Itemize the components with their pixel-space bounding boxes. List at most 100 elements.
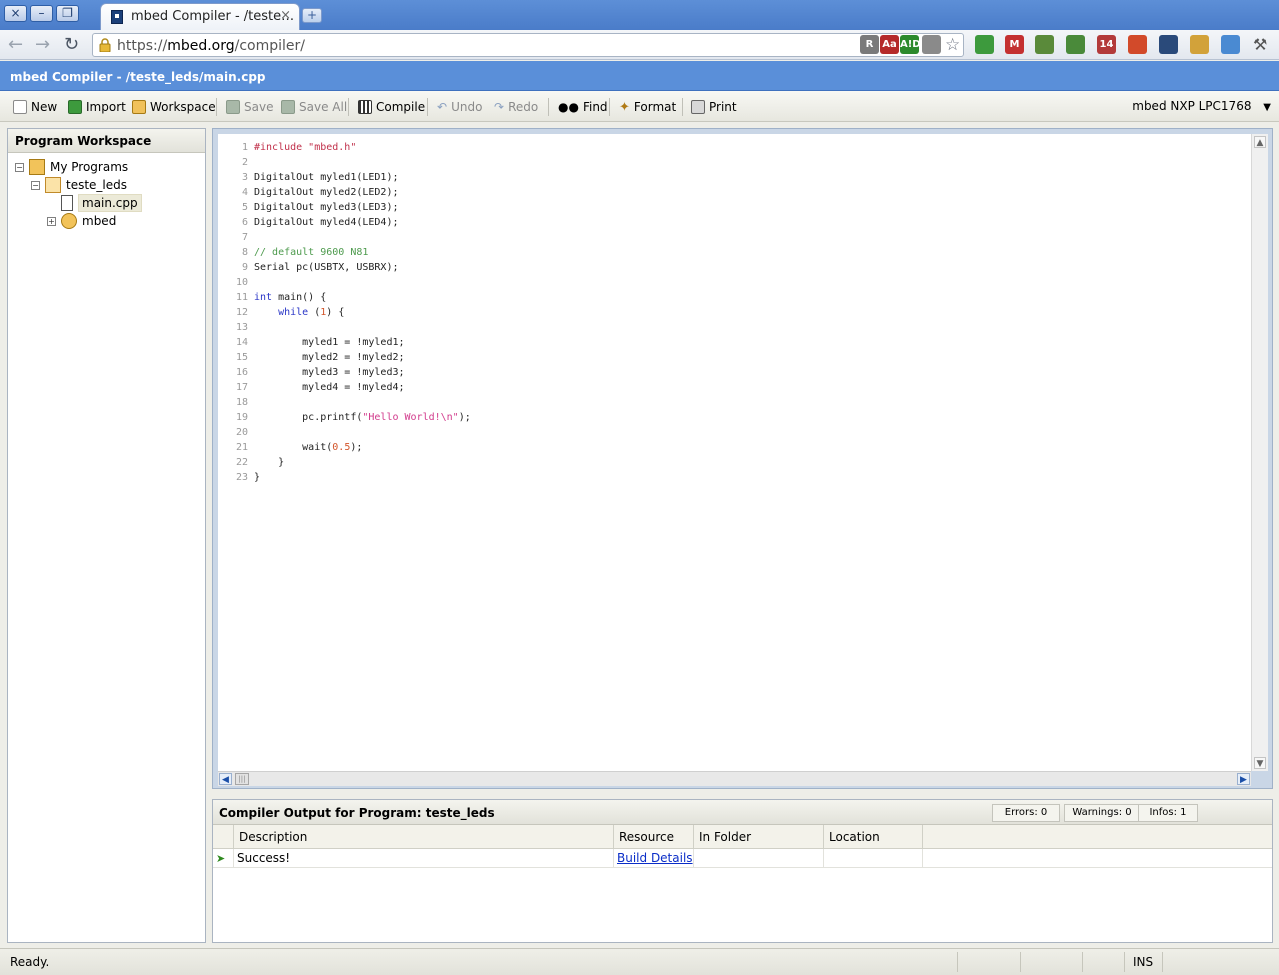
clip-icon[interactable] xyxy=(1035,35,1054,54)
code-content[interactable]: #include "mbed.h" DigitalOut myled1(LED1… xyxy=(254,140,471,485)
code-line[interactable]: int main() { xyxy=(254,290,471,305)
code-line[interactable]: Serial pc(USBTX, USBRX); xyxy=(254,260,471,275)
workspace-button[interactable]: Workspace xyxy=(132,98,216,116)
code-line[interactable]: // default 9600 N81 xyxy=(254,245,471,260)
wrench-menu-icon[interactable]: ⚒ xyxy=(1253,35,1267,54)
scroll-right-icon[interactable]: ▶ xyxy=(1237,773,1250,785)
gmail-icon[interactable]: M xyxy=(1005,35,1024,54)
save-button[interactable]: Save xyxy=(226,98,273,116)
print-button[interactable]: Print xyxy=(691,98,737,116)
column-location[interactable]: Location xyxy=(823,825,923,849)
scroll-down-icon[interactable]: ▼ xyxy=(1254,757,1266,769)
output-row[interactable]: ➤ Success! Build Details xyxy=(213,849,1272,868)
code-line[interactable] xyxy=(254,155,471,170)
notepad-icon[interactable] xyxy=(1190,35,1209,54)
scroll-left-icon[interactable]: ◀ xyxy=(219,773,232,785)
library-gear-icon xyxy=(61,213,77,229)
compile-chip-icon xyxy=(358,100,372,114)
window-minimize-button[interactable]: – xyxy=(30,5,53,22)
line-number: 19 xyxy=(235,412,248,423)
code-line[interactable] xyxy=(254,395,471,410)
code-line[interactable]: } xyxy=(254,455,471,470)
compiler-output-panel: Compiler Output for Program: teste_leds … xyxy=(212,799,1273,943)
code-line[interactable] xyxy=(254,230,471,245)
code-line[interactable]: myled1 = !myled1; xyxy=(254,335,471,350)
column-description[interactable]: Description xyxy=(233,825,613,849)
column-resource[interactable]: Resource xyxy=(613,825,693,849)
code-line[interactable]: DigitalOut myled1(LED1); xyxy=(254,170,471,185)
new-tab-button[interactable]: + xyxy=(302,8,322,23)
readability-icon[interactable]: R xyxy=(860,35,879,54)
code-line[interactable]: wait(0.5); xyxy=(254,440,471,455)
browser-tab-strip: × – ❐ mbed Compiler - /teste… × + xyxy=(0,0,1279,30)
undo-button[interactable]: ↶ Undo xyxy=(437,98,482,116)
code-editor[interactable]: 1 2 3 4 5 6 7 8 9 10 11 12 13 14 15 16 17 18 19 20 21 22 23 #i… xyxy=(218,134,1251,771)
expand-toggle-icon[interactable]: + xyxy=(47,216,56,226)
compile-button[interactable]: Compile xyxy=(358,98,425,116)
reload-icon[interactable]: ↻ xyxy=(64,34,79,55)
build-details-link[interactable]: Build Details xyxy=(613,849,693,868)
collapse-toggle-icon[interactable]: − xyxy=(31,180,40,190)
line-number: 5 xyxy=(241,202,248,213)
feed-icon[interactable]: 14 xyxy=(1097,35,1116,54)
collapse-toggle-icon[interactable]: − xyxy=(15,162,24,172)
tree-item-mbed[interactable]: + mbed xyxy=(47,212,116,230)
tree-item-teste-leds[interactable]: − teste_leds xyxy=(31,176,127,194)
column-in-folder[interactable]: In Folder xyxy=(693,825,823,849)
code-line[interactable]: while (1) { xyxy=(254,305,471,320)
code-line[interactable]: pc.printf("Hello World!\n"); xyxy=(254,410,471,425)
code-line[interactable] xyxy=(254,320,471,335)
status-separator xyxy=(1020,952,1021,972)
format-button[interactable]: ✦ Format xyxy=(619,98,676,116)
arrows-icon[interactable] xyxy=(1159,35,1178,54)
aid-icon[interactable]: A!D xyxy=(900,35,921,54)
redo-button[interactable]: ↷ Redo xyxy=(494,98,538,116)
code-line[interactable]: myled3 = !myled3; xyxy=(254,365,471,380)
tree-label: main.cpp xyxy=(78,194,142,212)
new-button[interactable]: New xyxy=(13,98,57,116)
code-line[interactable] xyxy=(254,275,471,290)
find-button[interactable]: ●● Find xyxy=(558,98,608,116)
address-bar[interactable]: https://mbed.org/compiler/ xyxy=(92,33,964,57)
tree-item-my-programs[interactable]: − My Programs xyxy=(15,158,128,176)
toolbar-separator xyxy=(682,98,683,116)
browser-tab[interactable]: mbed Compiler - /teste… × xyxy=(100,3,300,30)
refresh-ext-icon[interactable] xyxy=(975,35,994,54)
vertical-scrollbar[interactable]: ▲ ▼ xyxy=(1251,134,1268,771)
dictionary-icon[interactable]: Aa xyxy=(880,35,899,54)
window-close-button[interactable]: × xyxy=(4,5,27,22)
workspace-title: Program Workspace xyxy=(8,129,205,153)
code-line[interactable]: #include "mbed.h" xyxy=(254,140,471,155)
build-details-label[interactable]: Build Details xyxy=(617,851,693,865)
code-line[interactable]: } xyxy=(254,470,471,485)
bookmark-star-icon[interactable]: ☆ xyxy=(945,35,960,55)
lightbulb-icon[interactable] xyxy=(922,35,941,54)
status-text: Ready. xyxy=(10,955,50,969)
platform-selector[interactable]: mbed NXP LPC1768 ▼ xyxy=(1132,99,1271,113)
code-line[interactable] xyxy=(254,425,471,440)
forward-arrow-icon[interactable]: → xyxy=(35,34,50,55)
code-line[interactable]: myled2 = !myled2; xyxy=(254,350,471,365)
scroll-up-icon[interactable]: ▲ xyxy=(1254,136,1266,148)
horizontal-scrollbar[interactable]: ◀ ||| ▶ xyxy=(218,771,1251,786)
redo-label: Redo xyxy=(508,100,539,114)
scroll-thumb[interactable]: ||| xyxy=(235,773,249,785)
redo-icon: ↷ xyxy=(494,100,505,114)
popcorn-icon[interactable] xyxy=(1128,35,1147,54)
code-line[interactable]: DigitalOut myled3(LED3); xyxy=(254,200,471,215)
evernote-icon[interactable] xyxy=(1066,35,1085,54)
binoculars-icon: ●● xyxy=(558,100,579,114)
tab-close-icon[interactable]: × xyxy=(280,8,291,23)
person-icon[interactable] xyxy=(1221,35,1240,54)
window-maximize-button[interactable]: ❐ xyxy=(56,5,79,22)
import-button[interactable]: Import xyxy=(68,98,126,116)
back-arrow-icon[interactable]: ← xyxy=(8,34,23,55)
code-line[interactable]: DigitalOut myled4(LED4); xyxy=(254,215,471,230)
code-line[interactable]: DigitalOut myled2(LED2); xyxy=(254,185,471,200)
platform-label: mbed NXP LPC1768 xyxy=(1132,99,1252,113)
workspace-icon xyxy=(132,100,146,114)
printer-icon xyxy=(691,100,705,114)
save-all-button[interactable]: Save All xyxy=(281,98,347,116)
code-line[interactable]: myled4 = !myled4; xyxy=(254,380,471,395)
tree-item-main-cpp[interactable]: main.cpp xyxy=(61,194,142,212)
